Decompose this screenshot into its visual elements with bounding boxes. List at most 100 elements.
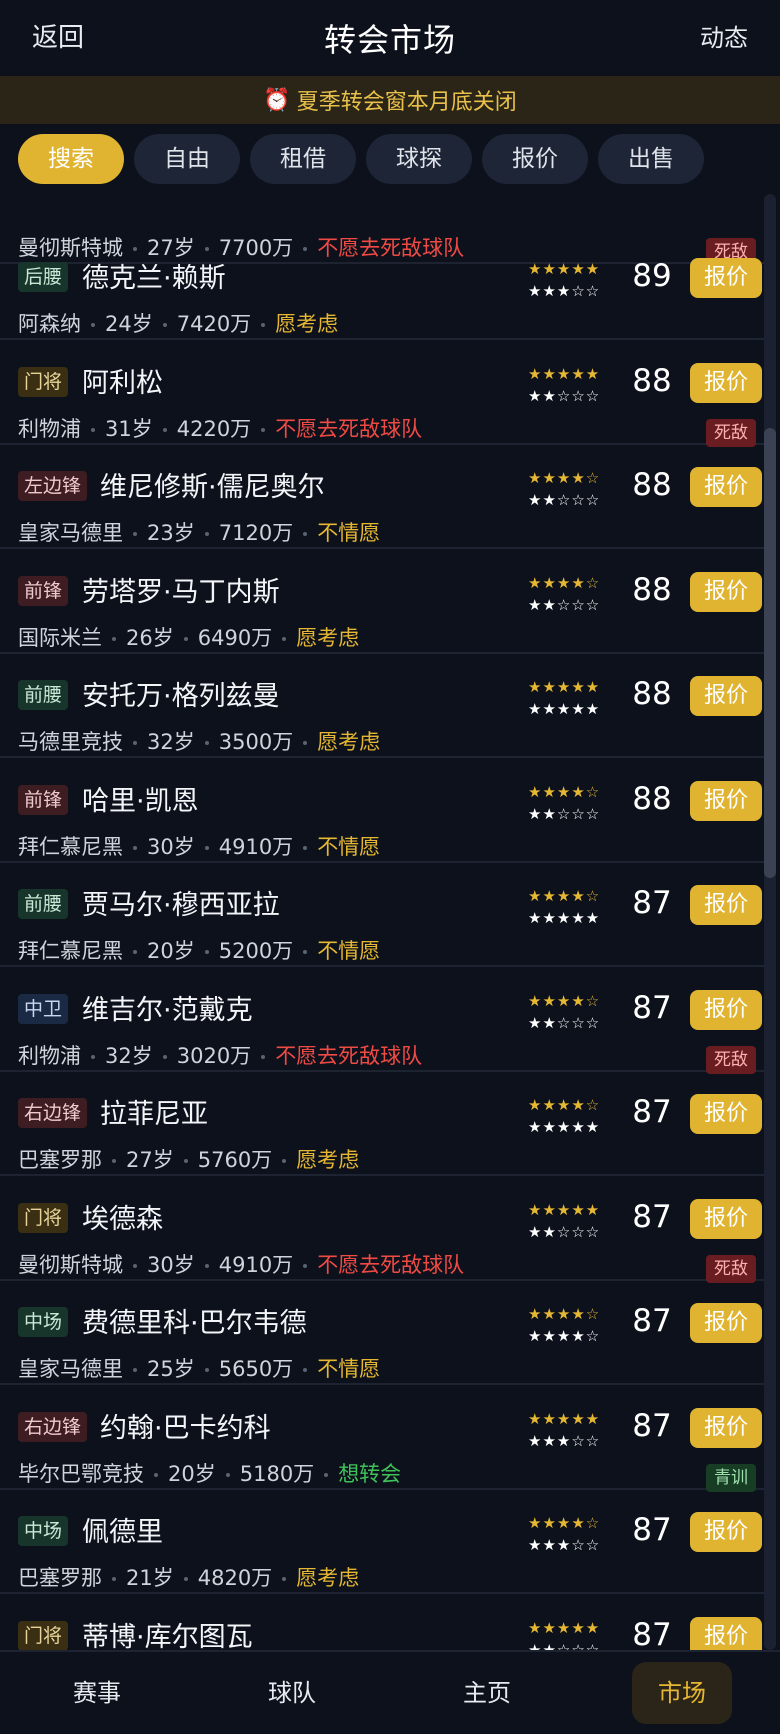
position-badge: 门将 xyxy=(18,1620,69,1650)
player-name[interactable]: 拉菲尼亚 xyxy=(100,1092,208,1131)
stars-current: ★★★★★ xyxy=(528,678,601,696)
player-meta: 马德里竞技 32岁 3500万 愿考虑 xyxy=(18,726,380,756)
rating-stars: ★★★★☆ ★★☆☆☆ xyxy=(528,990,618,1034)
player-name[interactable]: 维吉尔·范戴克 xyxy=(82,988,253,1027)
tab-offers[interactable]: 报价 xyxy=(482,134,588,184)
player-meta: 皇家马德里 23岁 7120万 不情愿 xyxy=(18,517,380,547)
player-row[interactable]: 门将 埃德森 曼彻斯特城 30岁 4910万 不愿去死敌球队 ★★★★★ ★★☆☆☆ 87 报价死… xyxy=(0,1177,764,1283)
stars-current: ★★★★☆ xyxy=(528,782,601,801)
nav-market[interactable]: 市场 xyxy=(632,1662,732,1724)
offer-button[interactable]: 报价 xyxy=(690,885,762,925)
offer-button[interactable]: 报价 xyxy=(690,1512,762,1552)
player-meta: 皇家马德里 25岁 5650万 不情愿 xyxy=(18,1353,380,1383)
back-button[interactable]: 返回 xyxy=(32,0,84,76)
player-club: 巴塞罗那 xyxy=(18,1566,102,1590)
rival-flag: 死敌 xyxy=(706,1254,756,1283)
player-row[interactable]: 中卫 维吉尔·范戴克 利物浦 32岁 3020万 不愿去死敌球队 ★★★★☆ ★★☆☆☆ 87 报… xyxy=(0,968,764,1074)
player-meta: 巴塞罗那 27岁 5760万 愿考虑 xyxy=(18,1144,359,1174)
news-button[interactable]: 动态 xyxy=(700,0,748,76)
player-row[interactable]: 右边锋 约翰·巴卡约科 毕尔巴鄂竞技 20岁 5180万 想转会 ★★★★★ ★★★☆☆ 87 报… xyxy=(0,1386,764,1492)
player-name[interactable]: 阿利松 xyxy=(82,361,163,400)
player-row[interactable]: 中场 费德里科·巴尔韦德 皇家马德里 25岁 5650万 不情愿 ★★★★☆ ★★★★☆ 87 报… xyxy=(0,1281,764,1385)
tab-free[interactable]: 自由 xyxy=(134,134,240,184)
position-badge: 前腰 xyxy=(18,889,69,919)
player-status: 不愿去死敌球队 xyxy=(275,1043,423,1068)
overall-rating: 87 xyxy=(632,1616,672,1651)
overall-rating: 87 xyxy=(632,1407,672,1444)
offer-button[interactable]: 报价 xyxy=(690,676,762,716)
tab-sell[interactable]: 出售 xyxy=(598,134,704,184)
player-status: 不情愿 xyxy=(317,939,381,963)
offer-button[interactable]: 报价 xyxy=(690,1616,762,1650)
stars-current: ★★★★☆ xyxy=(528,573,601,592)
offer-button[interactable]: 报价 xyxy=(690,258,762,298)
rating-stars: ★★★★☆ ★★☆☆☆ xyxy=(528,572,618,616)
offer-button[interactable]: 报价 xyxy=(690,989,762,1030)
player-club: 利物浦 xyxy=(18,1043,81,1068)
offer-button[interactable]: 报价 xyxy=(690,1198,762,1239)
offer-button[interactable]: 报价 xyxy=(690,571,762,612)
player-value: 7420万 xyxy=(176,312,252,336)
player-name[interactable]: 贾马尔·穆西亚拉 xyxy=(82,883,280,922)
player-row[interactable]: 前腰 贾马尔·穆西亚拉 拜仁慕尼黑 20岁 5200万 不情愿 ★★★★☆ ★★★★★ 87 报价 xyxy=(0,863,764,967)
player-name[interactable]: 埃德森 xyxy=(82,1197,163,1236)
player-name[interactable]: 费德里科·巴尔韦德 xyxy=(82,1301,307,1340)
player-name[interactable]: 德克兰·赖斯 xyxy=(82,256,226,295)
player-name[interactable]: 安托万·格列兹曼 xyxy=(82,674,280,713)
stars-current: ★★★★☆ xyxy=(528,1096,601,1114)
offer-button[interactable]: 报价 xyxy=(690,1094,762,1134)
player-status: 不情愿 xyxy=(317,834,381,859)
scrollbar-thumb[interactable] xyxy=(764,428,776,878)
nav-home[interactable]: 主页 xyxy=(437,1662,537,1724)
player-name[interactable]: 劳塔罗·马丁内斯 xyxy=(82,570,280,609)
player-row[interactable]: 门将 阿利松 利物浦 31岁 4220万 不愿去死敌球队 ★★★★★ ★★☆☆☆ 88 报价 死敌 xyxy=(0,341,764,447)
player-status: 愿考虑 xyxy=(296,1148,360,1172)
player-list[interactable]: 曼彻斯特城 27岁 7700万 不愿去死敌球队 死敌 后腰 德克兰·赖斯 阿森纳 24岁 74… xyxy=(0,194,764,1650)
player-status: 愿考虑 xyxy=(296,1566,360,1590)
player-name[interactable]: 哈里·凯恩 xyxy=(82,779,199,818)
player-row[interactable]: 前锋 劳塔罗·马丁内斯 国际米兰 26岁 6490万 愿考虑 ★★★★☆ ★★☆☆☆ 88 报价 xyxy=(0,550,764,654)
player-club: 毕尔巴鄂竞技 xyxy=(18,1461,144,1486)
player-name[interactable]: 维尼修斯·儒尼奥尔 xyxy=(100,465,325,504)
offer-button[interactable]: 报价 xyxy=(690,362,762,403)
player-meta: 毕尔巴鄂竞技 20岁 5180万 想转会 xyxy=(18,1458,401,1488)
tab-scout[interactable]: 球探 xyxy=(366,134,472,184)
player-row[interactable]: 中场 佩德里 巴塞罗那 21岁 4820万 愿考虑 ★★★★☆ ★★★☆☆ 87 报价 xyxy=(0,1490,764,1594)
banner-text: 夏季转会窗本月底关闭 xyxy=(296,90,517,115)
top-bar: 返回 转会市场 动态 xyxy=(0,0,780,76)
player-value: 4910万 xyxy=(218,1252,294,1277)
player-age: 32岁 xyxy=(147,730,195,754)
position-badge: 中卫 xyxy=(18,993,69,1024)
list-scrollbar[interactable] xyxy=(764,194,776,1650)
stars-current: ★★★★★ xyxy=(528,1618,601,1637)
player-row[interactable]: 后腰 德克兰·赖斯 阿森纳 24岁 7420万 愿考虑 ★★★★★ ★★★☆☆ 89 报价 xyxy=(0,236,764,340)
nav-matches[interactable]: 赛事 xyxy=(47,1662,147,1724)
rating-stars: ★★★★★ ★★★☆☆ xyxy=(528,1408,618,1452)
tab-loan[interactable]: 租借 xyxy=(250,134,356,184)
player-name[interactable]: 约翰·巴卡约科 xyxy=(100,1406,271,1445)
stars-current: ★★★★★ xyxy=(528,1409,601,1428)
player-age: 23岁 xyxy=(147,521,195,545)
player-value: 4820万 xyxy=(197,1566,273,1590)
player-row[interactable]: 前锋 哈里·凯恩 拜仁慕尼黑 30岁 4910万 不情愿 ★★★★☆ ★★☆☆☆ 88 报价 xyxy=(0,759,764,863)
tab-search[interactable]: 搜索 xyxy=(18,134,124,184)
rating-stars: ★★★★★ ★★★☆☆ xyxy=(528,258,618,302)
nav-team[interactable]: 球队 xyxy=(242,1662,342,1724)
player-name[interactable]: 佩德里 xyxy=(82,1510,163,1549)
offer-button[interactable]: 报价 xyxy=(690,1303,762,1343)
offer-button[interactable]: 报价 xyxy=(690,780,762,821)
offer-button[interactable]: 报价 xyxy=(690,467,762,507)
player-row[interactable]: 右边锋 拉菲尼亚 巴塞罗那 27岁 5760万 愿考虑 ★★★★☆ ★★★★★ 87 报价 xyxy=(0,1072,764,1176)
page-title: 转会市场 xyxy=(323,21,456,59)
player-row[interactable]: 左边锋 维尼修斯·儒尼奥尔 皇家马德里 23岁 7120万 不情愿 ★★★★☆ ★★☆☆☆ 88… xyxy=(0,445,764,549)
player-age: 27岁 xyxy=(126,1148,174,1172)
overall-rating: 87 xyxy=(632,1512,672,1548)
position-badge: 门将 xyxy=(18,366,69,397)
offer-button[interactable]: 报价 xyxy=(690,1407,762,1448)
player-name[interactable]: 蒂博·库尔图瓦 xyxy=(82,1615,253,1651)
stars-potential: ★★☆☆☆ xyxy=(528,595,601,614)
player-row[interactable]: 门将 蒂博·库尔图瓦 ★★★★★ ★★☆☆☆ 87 报价 xyxy=(0,1595,764,1651)
player-club: 拜仁慕尼黑 xyxy=(18,939,123,963)
player-status: 不愿去死敌球队 xyxy=(275,416,423,441)
player-row[interactable]: 前腰 安托万·格列兹曼 马德里竞技 32岁 3500万 愿考虑 ★★★★★ ★★★★★ 88 报价 xyxy=(0,654,764,758)
